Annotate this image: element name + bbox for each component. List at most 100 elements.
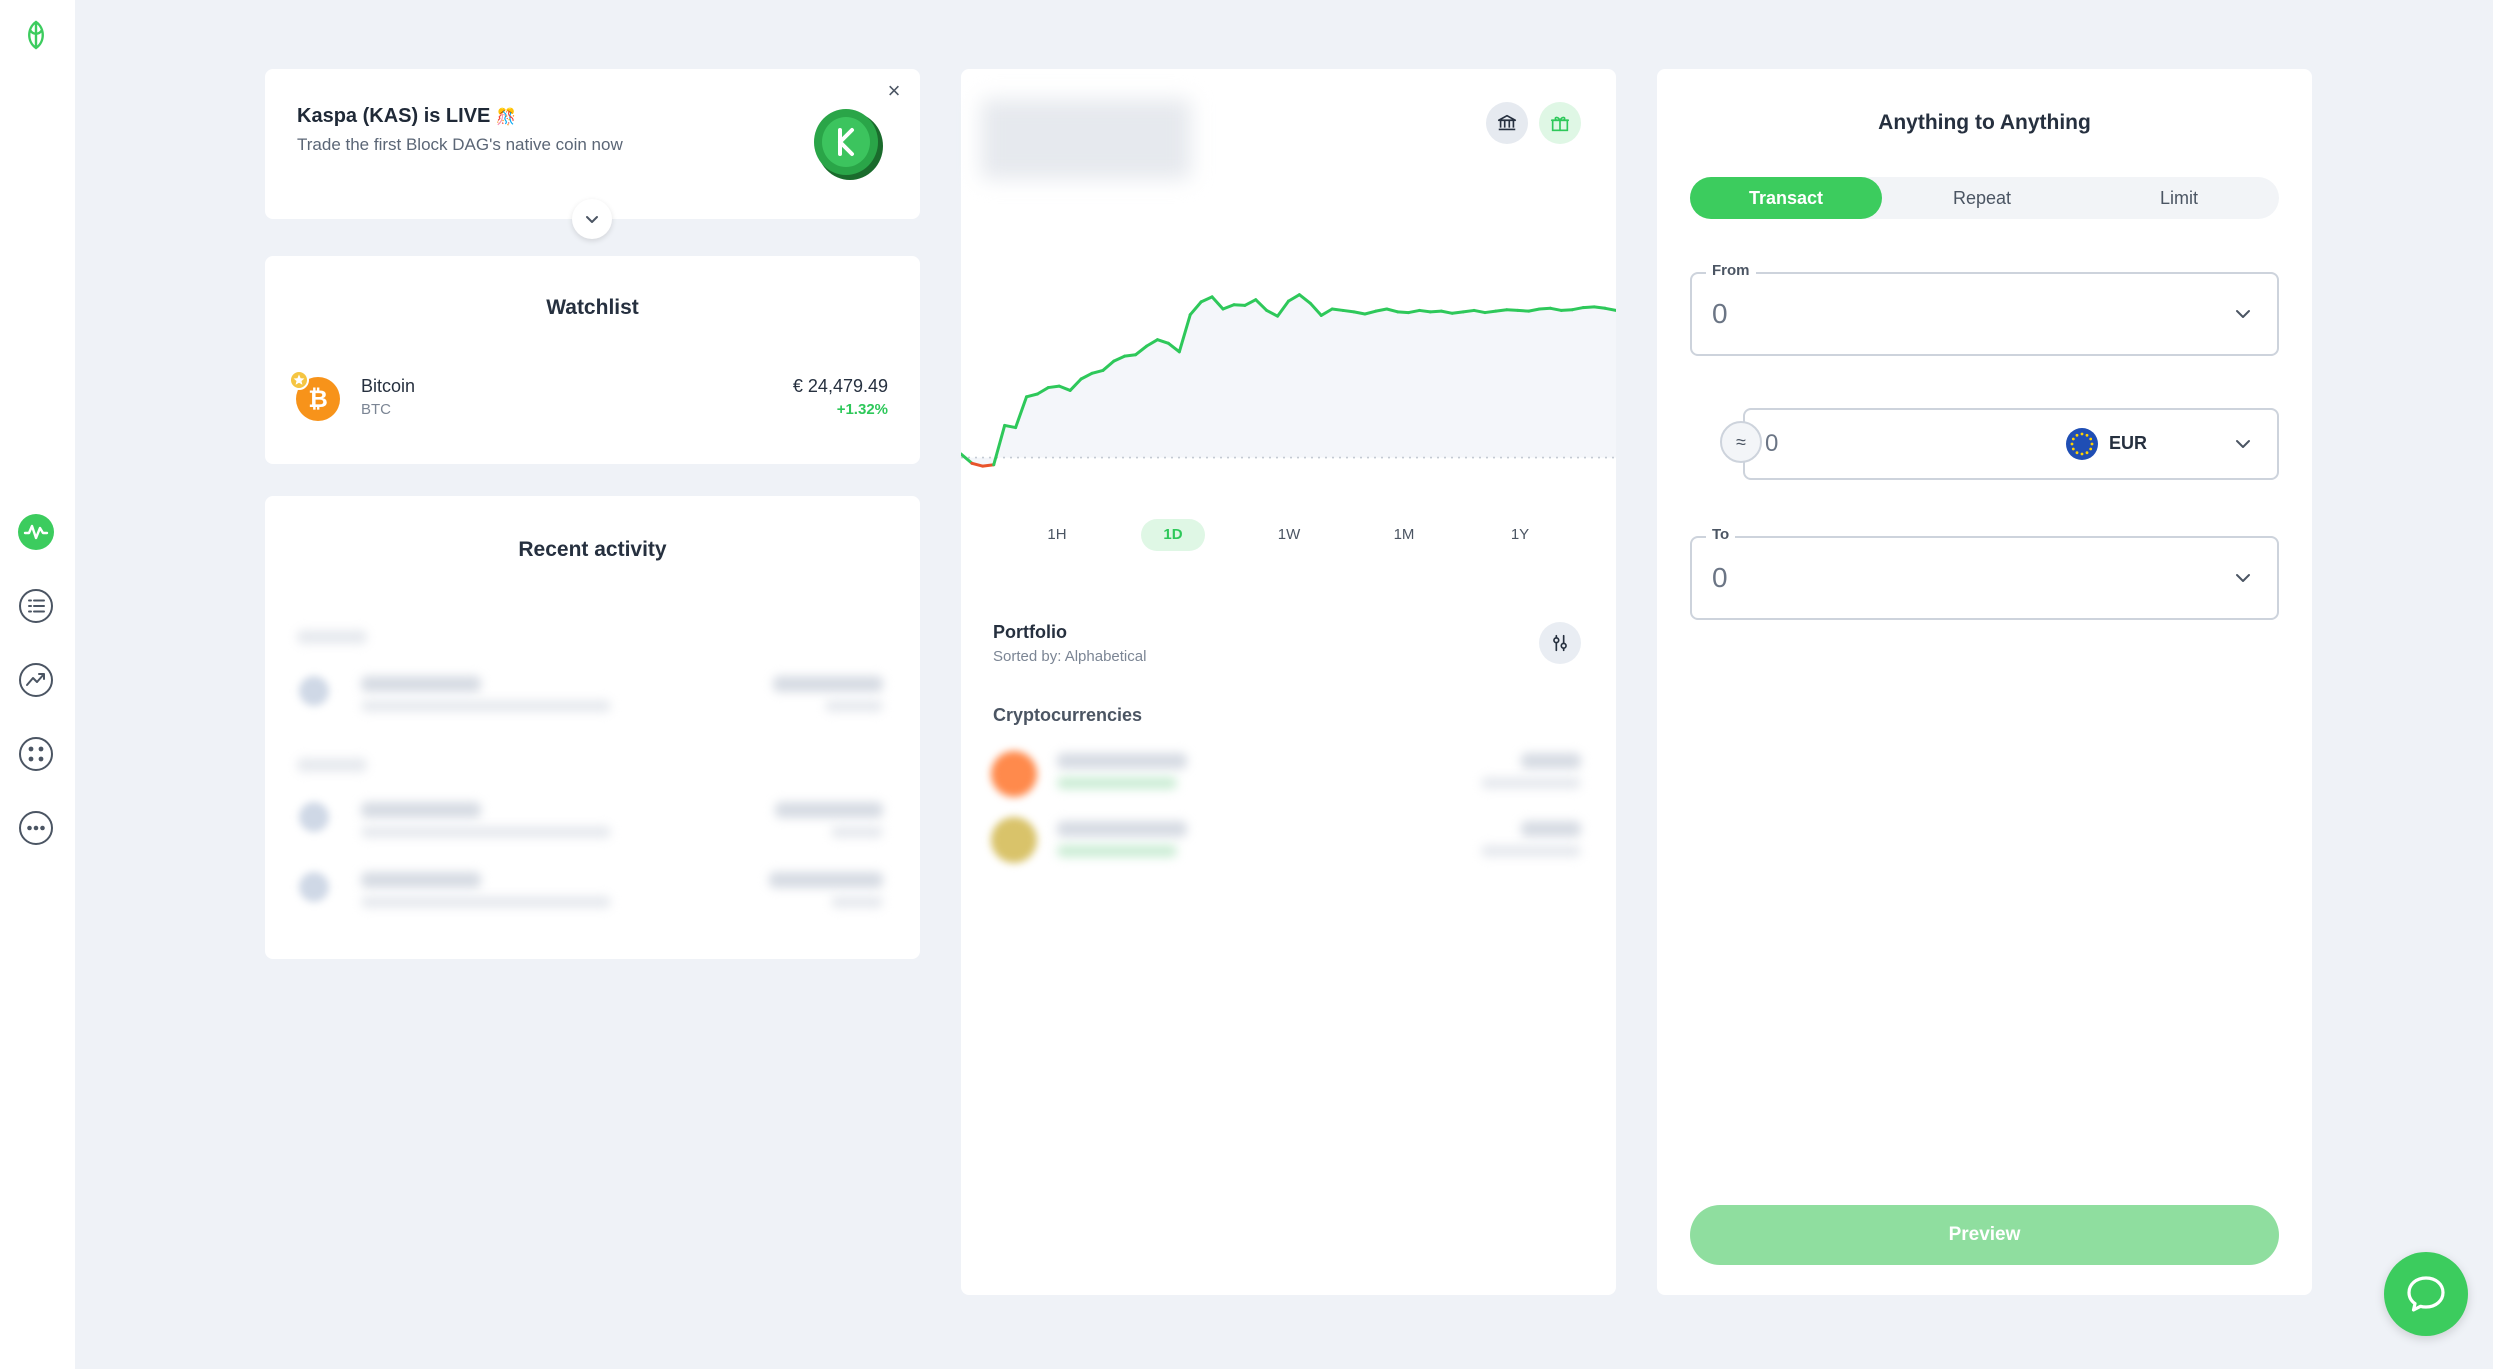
amount-value: 0 <box>1765 430 1779 457</box>
blurred-asset-icon <box>991 817 1037 863</box>
chart-line-segment <box>1352 310 1367 316</box>
gift-button[interactable] <box>1539 102 1581 144</box>
blurred-activity-title <box>361 676 481 692</box>
chevron-down-icon[interactable] <box>2233 434 2253 454</box>
recent-activity-title: Recent activity <box>518 538 667 561</box>
expand-banner-button[interactable] <box>572 199 612 239</box>
activity-icon[interactable] <box>17 513 55 551</box>
blurred-asset-subvalue <box>1481 777 1581 789</box>
banner-title: Kaspa (KAS) is LIVE 🎊 <box>297 105 517 127</box>
chart-line-segment <box>1483 309 1498 315</box>
tab-transact[interactable]: Transact <box>1690 177 1882 219</box>
chart-line-segment <box>1559 308 1574 312</box>
chart-line-segment <box>981 463 996 468</box>
timeframe-1d[interactable]: 1D <box>1141 519 1205 551</box>
blurred-activity-subamount <box>831 826 883 838</box>
blurred-asset-value <box>1521 821 1581 837</box>
conversion-toggle-button[interactable]: ≈ <box>1720 421 1762 463</box>
blurred-activity-amount <box>775 802 883 818</box>
timeframe-1m[interactable]: 1M <box>1372 519 1436 551</box>
party-icon: 🎊 <box>496 109 517 126</box>
tab-limit[interactable]: Limit <box>2083 177 2275 219</box>
blurred-activity-icon <box>299 802 329 832</box>
list-icon[interactable] <box>17 587 55 625</box>
blurred-asset-change <box>1057 845 1177 857</box>
support-chat-button[interactable] <box>2384 1252 2468 1336</box>
cryptocurrencies-heading: Cryptocurrencies <box>993 705 1143 725</box>
blurred-activity-icon <box>299 872 329 902</box>
chart-line-segment <box>1003 423 1018 430</box>
chart-line-segment <box>1330 307 1345 312</box>
timeframe-1y[interactable]: 1Y <box>1488 519 1552 551</box>
chart-line-segment <box>1232 303 1247 307</box>
chart-line-segment <box>1603 306 1616 312</box>
portfolio-sort-button[interactable] <box>1539 622 1581 664</box>
watchlist-card: Watchlist ₿ Bitcoin BTC € 24,479.49 +1.3… <box>265 256 920 464</box>
timeframe-1h[interactable]: 1H <box>1025 519 1089 551</box>
blurred-asset-icon <box>991 751 1037 797</box>
to-label: To <box>1706 526 1736 543</box>
close-banner-button[interactable]: × <box>882 79 906 103</box>
blurred-activity-subamount <box>831 896 883 908</box>
blurred-portfolio-balance <box>981 99 1191 179</box>
chart-line-segment <box>1123 353 1138 358</box>
uphold-logo-icon[interactable] <box>17 16 55 54</box>
svg-text:₿: ₿ <box>308 385 328 413</box>
blurred-activity-amount <box>773 676 883 692</box>
recent-activity-card: Recent activity <box>265 496 920 959</box>
tab-repeat[interactable]: Repeat <box>1886 177 2078 219</box>
chart-line-segment <box>1341 308 1356 314</box>
blurred-activity-detail <box>361 826 611 838</box>
blurred-activity-subamount <box>825 700 883 712</box>
from-label: From <box>1706 262 1756 279</box>
sliders-icon <box>1553 634 1567 652</box>
currency-label[interactable]: EUR <box>2109 433 2147 454</box>
chevron-down-icon[interactable] <box>2233 568 2253 588</box>
portfolio-sort-label: Sorted by: Alphabetical <box>993 648 1147 665</box>
blurred-activity-amount <box>769 872 883 888</box>
bitcoin-icon: ₿ <box>289 370 343 424</box>
trending-icon[interactable] <box>17 661 55 699</box>
blurred-activity-title <box>361 802 481 818</box>
kaspa-coin-icon <box>810 106 886 182</box>
chart-line-segment <box>1570 306 1585 312</box>
blurred-asset-subvalue <box>1481 845 1581 857</box>
asset-price: € 24,479.49 <box>792 376 888 396</box>
chart-line-segment <box>1505 308 1520 312</box>
chart-line-segment <box>1396 310 1411 315</box>
blurred-date <box>297 630 367 644</box>
exchange-card: Anything to Anything Transact Repeat Lim… <box>1657 69 2312 1295</box>
transaction-type-tabs: Transact Repeat Limit <box>1690 177 2279 219</box>
blurred-asset-change <box>1057 777 1177 789</box>
from-field[interactable]: From 0 <box>1690 262 2279 356</box>
apps-icon[interactable] <box>17 735 55 773</box>
more-icon[interactable] <box>17 809 55 847</box>
to-field[interactable]: To 0 <box>1690 526 2279 620</box>
blurred-date <box>297 758 367 772</box>
from-value: 0 <box>1712 298 1728 329</box>
chat-bubble-icon <box>2407 1276 2445 1312</box>
price-chart[interactable] <box>961 219 1616 539</box>
announcement-banner[interactable]: Kaspa (KAS) is LIVE 🎊 Trade the first Blo… <box>265 69 920 239</box>
blurred-asset-name <box>1057 821 1187 837</box>
blurred-activity-detail <box>361 700 611 712</box>
bank-button[interactable] <box>1486 102 1528 144</box>
sidebar <box>0 0 75 1369</box>
chart-line-segment <box>1538 306 1552 311</box>
timeframe-1w[interactable]: 1W <box>1257 519 1321 551</box>
portfolio-title: Portfolio <box>993 622 1067 642</box>
chart-line-segment <box>1374 307 1389 313</box>
chart-line-segment <box>1461 308 1476 314</box>
asset-change: +1.32% <box>836 401 888 418</box>
to-value: 0 <box>1712 562 1728 593</box>
chart-line-segment <box>1450 310 1465 315</box>
blurred-activity-icon <box>299 676 329 706</box>
chart-line-segment <box>1581 305 1596 310</box>
bank-icon <box>1497 114 1517 131</box>
preview-button[interactable]: Preview <box>1690 1205 2279 1265</box>
blurred-asset-value <box>1521 753 1581 769</box>
chart-line-segment <box>1439 309 1454 315</box>
amount-input[interactable]: 0 EUR <box>1743 408 2279 480</box>
chart-line-segment <box>1516 308 1531 313</box>
chevron-down-icon[interactable] <box>2233 304 2253 324</box>
